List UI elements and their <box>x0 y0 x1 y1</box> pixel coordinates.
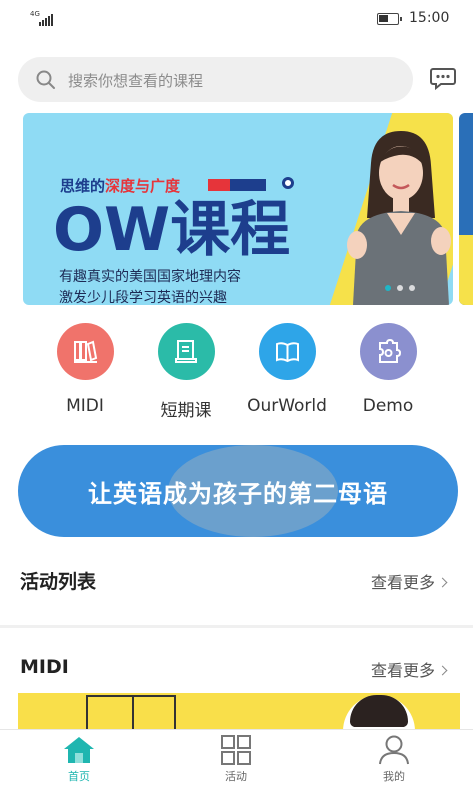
category-midi[interactable]: MIDI <box>30 323 140 416</box>
tab-profile[interactable]: 我的 <box>354 735 434 784</box>
carousel-dot[interactable] <box>385 285 391 291</box>
user-icon <box>379 735 409 765</box>
category-short-course[interactable]: 短期课 <box>131 323 241 421</box>
category-label: MIDI <box>66 396 104 416</box>
midi-view-more-link[interactable]: 查看更多 <box>371 657 448 681</box>
category-demo[interactable]: Demo <box>333 323 443 416</box>
banner-subtitle-1: 有趣真实的美国国家地理内容 <box>59 269 241 285</box>
open-book-icon <box>258 323 316 380</box>
section-title-midi: MIDI <box>20 656 69 678</box>
teacher-photo <box>347 131 451 305</box>
carousel-indicator <box>385 285 415 291</box>
search-input[interactable]: 搜索你想查看的课程 <box>18 57 413 102</box>
promo-banner[interactable]: 思维的深度与广度 OW课程 有趣真实的美国国家地理内容 激发少儿段学习英语的兴趣 <box>23 113 453 305</box>
books-icon <box>56 323 114 380</box>
status-time: 15:00 <box>409 10 450 26</box>
chevron-right-icon <box>437 665 448 676</box>
banner-title: OW课程 <box>53 195 291 265</box>
carousel-dot[interactable] <box>397 285 403 291</box>
category-ourworld[interactable]: OurWorld <box>232 323 342 416</box>
slogan-text: 让英语成为孩子的第二母语 <box>88 480 388 508</box>
battery-icon <box>377 13 402 25</box>
signal-icon: 4G <box>30 11 56 27</box>
search-placeholder: 搜索你想查看的课程 <box>68 72 204 90</box>
section-title-activities: 活动列表 <box>20 571 97 593</box>
banner-subtitle-2: 激发少儿段学习英语的兴趣 <box>59 290 227 305</box>
category-label: OurWorld <box>247 396 327 416</box>
slogan-banner[interactable]: 让英语成为孩子的第二母语 <box>18 445 458 537</box>
message-icon[interactable] <box>429 64 457 92</box>
next-banner-peek[interactable] <box>459 113 473 305</box>
activities-view-more-link[interactable]: 查看更多 <box>371 569 448 593</box>
tab-label: 我的 <box>383 770 405 783</box>
search-icon <box>36 70 55 89</box>
tab-label: 活动 <box>225 770 247 783</box>
midi-course-card[interactable] <box>18 693 460 733</box>
home-icon <box>64 737 94 763</box>
puzzle-icon <box>359 323 417 380</box>
banner-tagline: 思维的深度与广度 <box>60 177 181 195</box>
document-icon <box>157 323 215 380</box>
bottom-tab-bar: 首页 活动 我的 <box>0 729 473 793</box>
status-bar: 4G 15:00 <box>0 0 473 40</box>
carousel-dot[interactable] <box>409 285 415 291</box>
tab-activities[interactable]: 活动 <box>196 735 276 784</box>
chevron-right-icon <box>437 577 448 588</box>
category-label: Demo <box>362 396 414 416</box>
grid-icon <box>221 735 251 765</box>
category-label: 短期课 <box>160 401 212 421</box>
tab-home[interactable]: 首页 <box>39 735 119 784</box>
section-divider <box>0 625 473 628</box>
tab-label: 首页 <box>68 770 90 783</box>
